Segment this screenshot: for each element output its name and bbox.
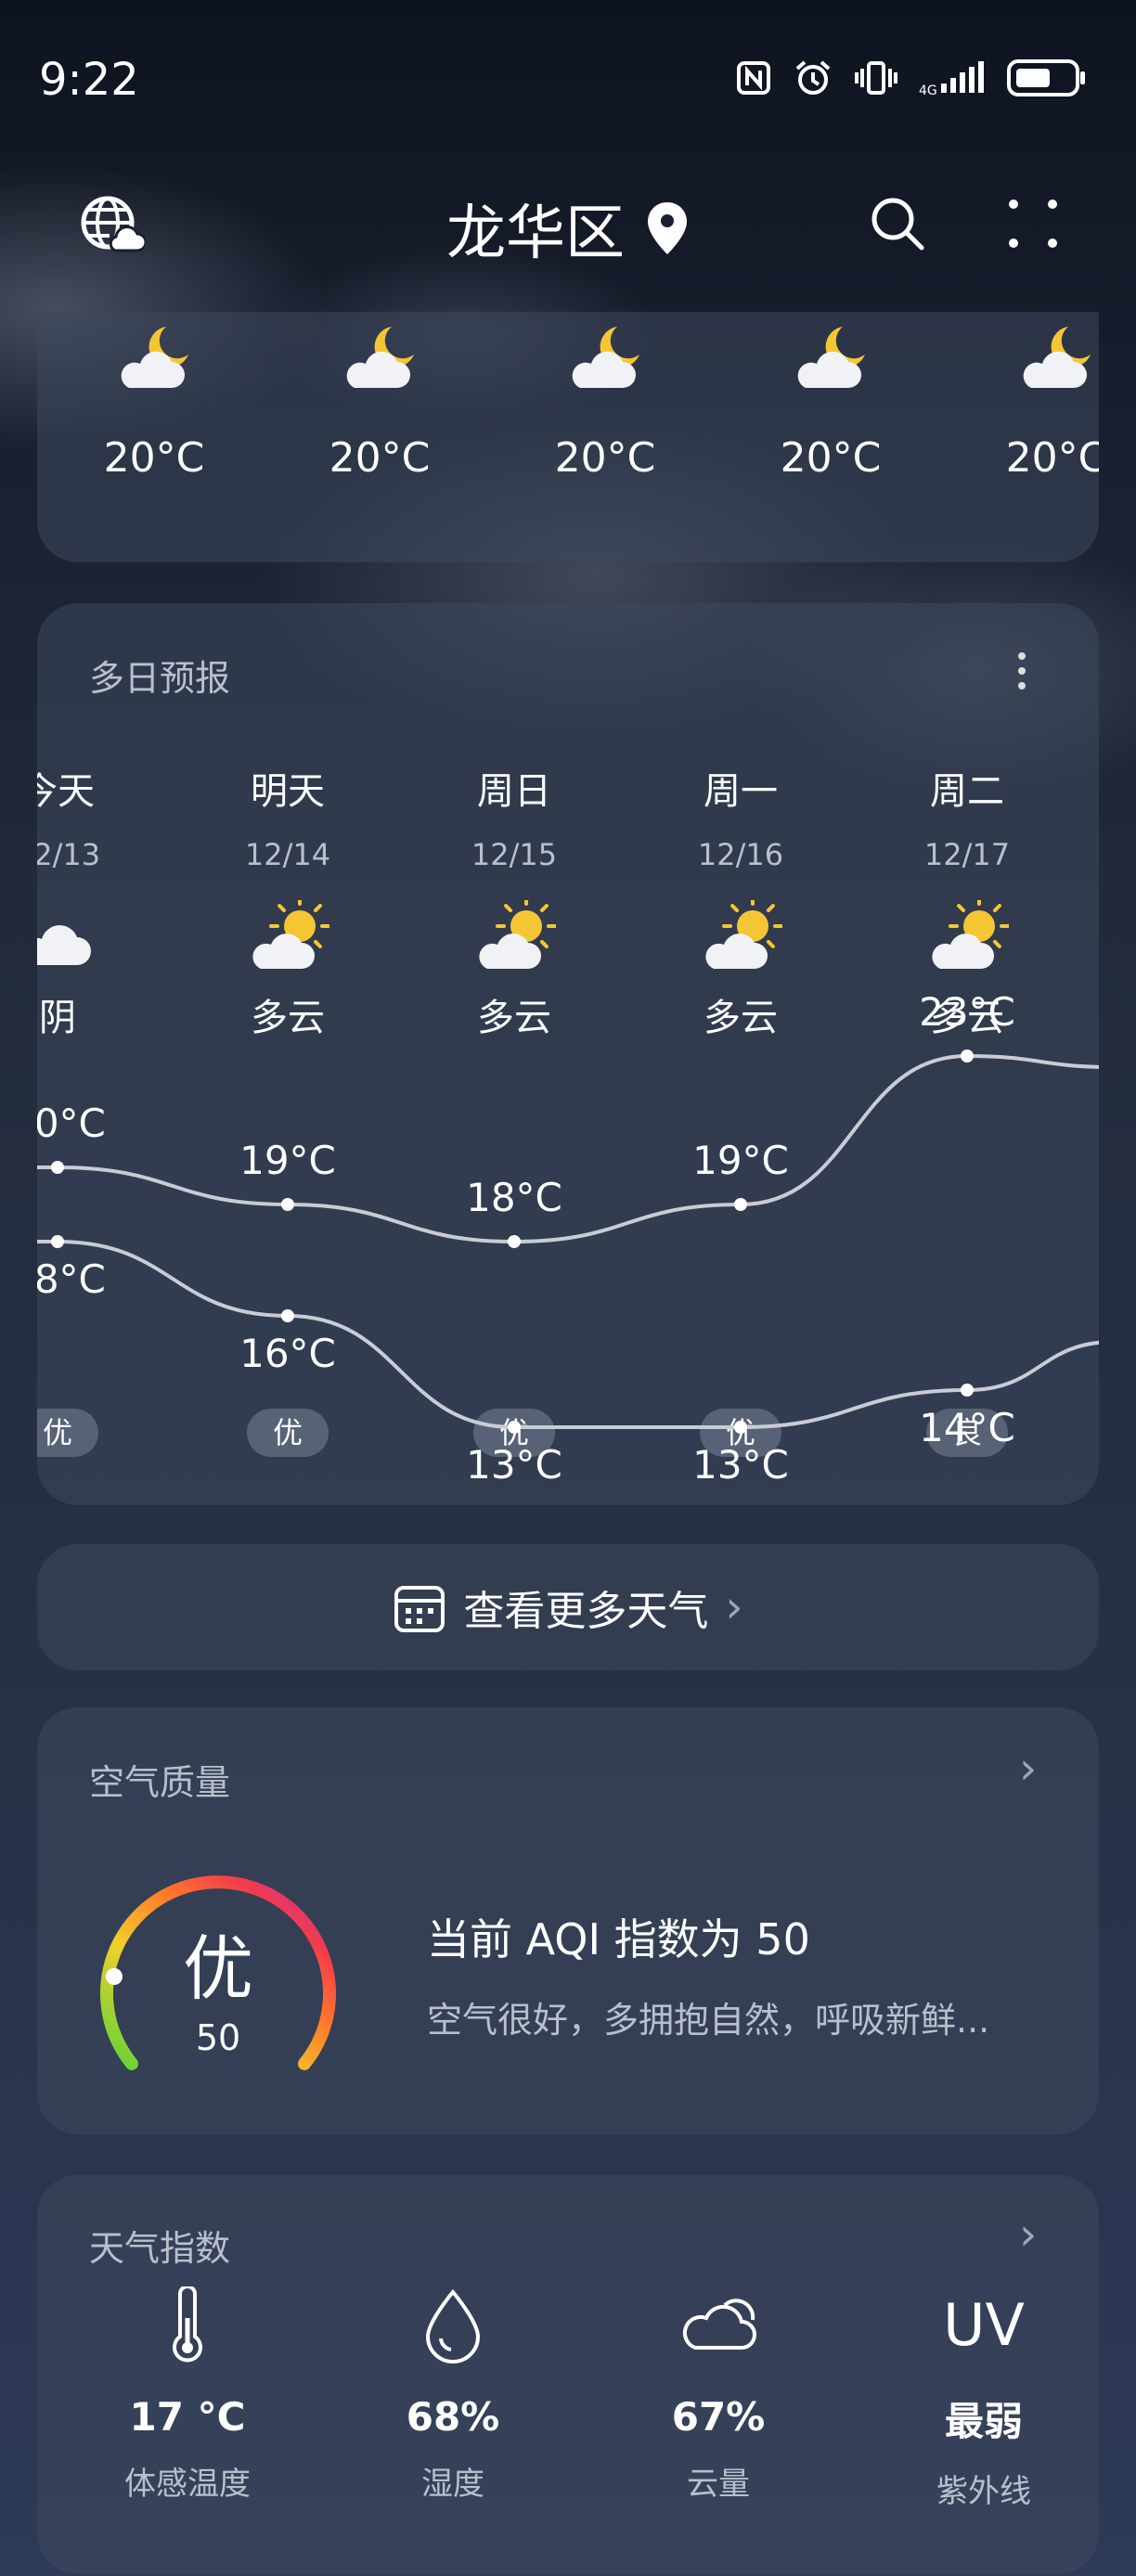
location-pin-icon — [648, 202, 687, 254]
low-temp-point — [961, 1384, 974, 1397]
index-value: 68% — [406, 2394, 500, 2440]
grid-menu-icon[interactable] — [1006, 197, 1060, 251]
index-label: 云量 — [687, 2466, 750, 2503]
index-item-uv[interactable]: UV 最弱 紫外线 — [872, 2286, 1095, 2511]
index-item-humidity[interactable]: 68% 湿度 — [342, 2286, 564, 2504]
vibrate-icon — [855, 61, 897, 95]
moon-cloud-icon — [1023, 327, 1091, 388]
chevron-right-icon: › — [725, 1581, 743, 1633]
header-city[interactable]: 龙华区 — [0, 186, 1136, 271]
uv-icon: UV — [943, 2291, 1025, 2359]
index-label: 紫外线 — [936, 2473, 1031, 2510]
more-weather-label: 查看更多天气 — [463, 1588, 709, 1635]
moon-cloud-icon — [121, 327, 188, 388]
hourly-item: 20°C — [61, 312, 247, 482]
index-item-feels-like[interactable]: 17 °C 体感温度 — [76, 2285, 299, 2504]
moon-cloud-icon — [572, 327, 639, 388]
moon-cloud-icon — [346, 327, 414, 388]
high-temp-point — [734, 1198, 747, 1211]
alarm-icon — [795, 60, 831, 95]
hourly-temp: 20°C — [780, 434, 882, 482]
thermometer-icon — [173, 2285, 202, 2363]
status-time: 9:22 — [39, 54, 139, 106]
air-quality-title: 空气质量 — [89, 1762, 231, 1803]
droplet-icon — [425, 2288, 481, 2363]
temp-curve-line — [37, 1053, 1099, 1244]
low-temp-point — [51, 1235, 64, 1248]
aqi-description: 空气很好，多拥抱自然，呼吸新鲜... — [427, 2000, 990, 2041]
moon-cloud-icon — [797, 327, 865, 388]
air-quality-card[interactable]: 空气质量 › 优 50 当前 AQI 指数为 50 空气很好，多拥抱自然，呼吸新… — [37, 1707, 1099, 2134]
hourly-temp: 20°C — [554, 434, 656, 482]
hourly-temp: 20°C — [103, 434, 205, 482]
high-temp-point — [508, 1235, 521, 1248]
hourly-temp: 20°C — [329, 434, 431, 482]
chevron-right-icon: › — [1019, 1743, 1038, 1795]
nfc-icon — [737, 61, 770, 95]
city-name: 龙华区 — [446, 200, 625, 268]
temperature-curve — [37, 1050, 1099, 1434]
hourly-item: 20°C — [738, 312, 923, 482]
hourly-temp: 20°C — [1005, 434, 1099, 482]
status-icons: 4G — [735, 58, 1088, 98]
hourly-item: 20°C — [287, 312, 472, 482]
index-label: 湿度 — [421, 2466, 484, 2503]
low-temp-point — [508, 1421, 521, 1434]
low-temp-point — [734, 1421, 747, 1434]
index-value: 67% — [671, 2394, 766, 2440]
temp-curve-line — [37, 1240, 1099, 1429]
index-item-cloud-cover[interactable]: 67% 云量 — [607, 2286, 830, 2504]
aqi-headline: 当前 AQI 指数为 50 — [427, 1914, 810, 1964]
weather-index-card[interactable]: 天气指数 › 17 °C 体感温度 68% 湿度 67% 云量 UV 最弱 紫外… — [37, 2175, 1099, 2574]
index-label: 体感温度 — [124, 2466, 251, 2503]
high-temp-point — [51, 1161, 64, 1174]
weather-index-title: 天气指数 — [89, 2228, 231, 2269]
hourly-item: 20°C — [512, 312, 698, 482]
forecast-card: 多日预报 今天12/13阴优明天12/14多云优周日12/15多云优周一12/1… — [37, 603, 1099, 1505]
cloud-outline-icon — [682, 2299, 756, 2350]
battery-icon — [1007, 59, 1085, 97]
more-weather-button[interactable]: 查看更多天气 › — [37, 1544, 1099, 1670]
hourly-card[interactable]: 20°C 20°C 20°C 20°C 20°C — [37, 312, 1099, 562]
high-temp-point — [961, 1050, 974, 1063]
signal-icon: 4G — [919, 61, 984, 97]
aqi-level: 优 — [183, 1927, 253, 2010]
svg-text:4G: 4G — [919, 84, 937, 97]
search-icon[interactable] — [869, 195, 928, 254]
calendar-icon — [394, 1586, 445, 1632]
high-temp-point — [281, 1198, 294, 1211]
aqi-number: 50 — [195, 2017, 241, 2058]
low-temp-point — [281, 1309, 294, 1322]
chevron-right-icon: › — [1019, 2209, 1038, 2260]
index-value: 最弱 — [944, 2399, 1023, 2444]
index-value: 17 °C — [129, 2394, 246, 2440]
hourly-item: 20°C — [963, 312, 1099, 482]
